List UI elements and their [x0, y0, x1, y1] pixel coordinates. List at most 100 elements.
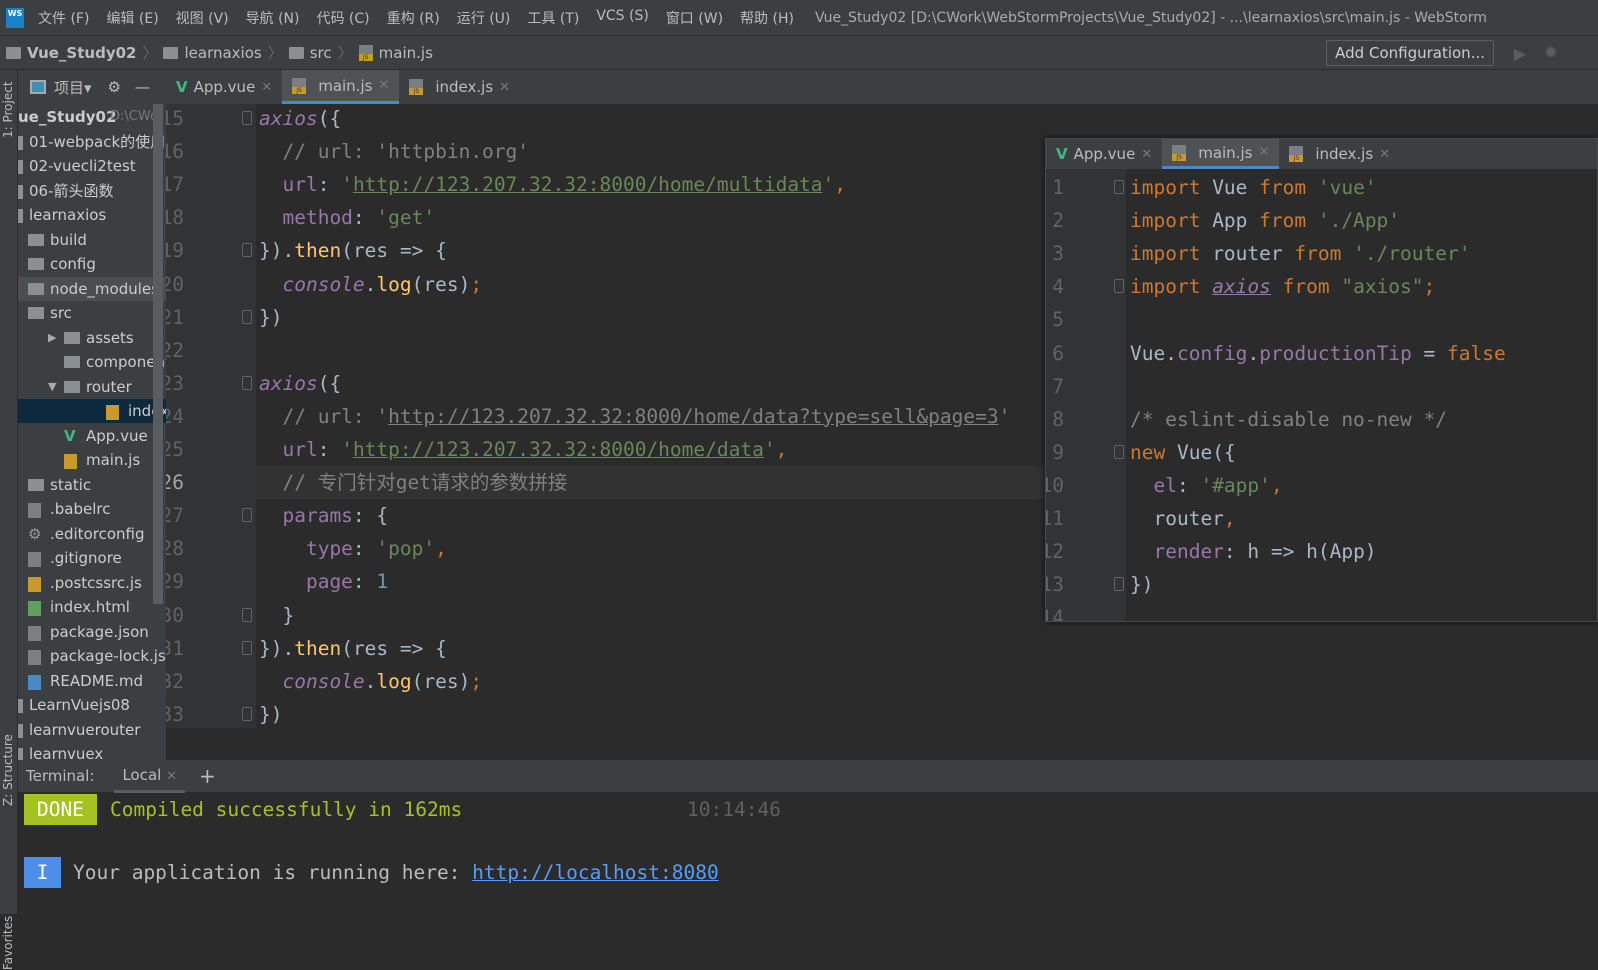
code-token: log	[376, 669, 412, 693]
breadcrumb-label: main.js	[378, 43, 433, 62]
project-tool-button[interactable]: 1: Project	[1, 81, 15, 138]
tree-item--postcssrc-js[interactable]: .postcssrc.js	[18, 571, 166, 595]
fold-marker-icon[interactable]	[242, 508, 252, 523]
code-token: Vue({	[1176, 440, 1236, 464]
fold-marker-icon[interactable]	[242, 706, 252, 721]
tab-index-js[interactable]: index.js ✕	[1279, 139, 1400, 169]
add-configuration-button[interactable]: Add Configuration...	[1326, 40, 1494, 66]
menu-item[interactable]: 重构 (R)	[387, 8, 440, 28]
tree-item-static[interactable]: static	[18, 473, 166, 497]
expand-arrow-icon[interactable]: ▶	[48, 326, 56, 350]
localhost-link[interactable]: http://localhost:8080	[472, 861, 719, 884]
menu-item[interactable]: 代码 (C)	[316, 8, 369, 28]
menu-item[interactable]: 帮助 (H)	[740, 8, 794, 28]
tree-item-components[interactable]: components	[18, 350, 166, 374]
menu-item[interactable]: 视图 (V)	[176, 8, 229, 28]
tree-item-router[interactable]: ▼ router	[18, 375, 166, 399]
tree-item-app-vue[interactable]: V App.vue	[18, 424, 166, 448]
tab-main-js[interactable]: main.js ✕	[282, 70, 400, 104]
fold-marker-icon[interactable]	[1114, 279, 1124, 294]
code-line: }	[259, 599, 294, 632]
menu-item[interactable]: 工具 (T)	[527, 8, 579, 28]
tree-item-learnaxios[interactable]: learnaxios	[18, 203, 166, 227]
tab-App-vue[interactable]: V App.vue ✕	[1046, 139, 1162, 169]
tree-item--babelrc[interactable]: .babelrc	[18, 497, 166, 521]
breadcrumb-file[interactable]: main.js	[358, 43, 433, 62]
code-token: page	[259, 570, 353, 594]
fold-marker-icon[interactable]	[1114, 577, 1124, 592]
tree-item-01-webpack-[interactable]: 01-webpack的使用	[18, 130, 166, 154]
code-token: el	[1130, 473, 1177, 497]
fold-marker-icon[interactable]	[242, 243, 252, 258]
tree-item-06-[interactable]: 06-箭头函数	[18, 179, 166, 203]
tree-item-build[interactable]: build	[18, 228, 166, 252]
tree-item-learnvuejs08[interactable]: LearnVuejs08	[18, 693, 166, 717]
new-terminal-button[interactable]: +	[199, 764, 216, 788]
close-tab-icon[interactable]: ✕	[499, 80, 510, 95]
menu-item[interactable]: 文件 (F)	[38, 8, 89, 28]
code-token: false	[1447, 341, 1506, 365]
split-editor-pane[interactable]: V App.vue ✕ main.js ✕ index.js ✕ 1 import Vue f…	[1045, 138, 1598, 622]
terminal-tab-local[interactable]: Local ✕	[114, 760, 186, 793]
tab-index-js[interactable]: index.js ✕	[399, 70, 520, 104]
tree-item-package-json[interactable]: package.json	[18, 620, 166, 644]
tree-item-readme-md[interactable]: README.md	[18, 669, 166, 693]
close-tab-icon[interactable]: ✕	[1258, 145, 1269, 160]
fold-marker-icon[interactable]	[242, 375, 252, 390]
fold-marker-icon[interactable]	[242, 640, 252, 655]
debug-icon[interactable]: ✹	[1544, 43, 1558, 63]
tree-item-assets[interactable]: ▶ assets	[18, 326, 166, 350]
tree-item-index-html[interactable]: index.html	[18, 595, 166, 619]
run-icon[interactable]: ▶	[1514, 44, 1526, 63]
close-tab-icon[interactable]: ✕	[1141, 147, 1152, 162]
menu-item[interactable]: VCS (S)	[596, 8, 649, 28]
code-line: new Vue({	[1130, 436, 1236, 469]
tree-item--editorconfig[interactable]: ⚙ .editorconfig	[18, 522, 166, 546]
close-tab-icon[interactable]: ✕	[1379, 147, 1390, 162]
close-tab-icon[interactable]: ✕	[261, 80, 272, 95]
tree-item--gitignore[interactable]: .gitignore	[18, 546, 166, 570]
menu-item[interactable]: 窗口 (W)	[666, 8, 723, 28]
code-token: '	[998, 404, 1011, 428]
tab-main-js[interactable]: main.js ✕	[1162, 139, 1280, 169]
structure-tool-button[interactable]: Z: Structure	[1, 734, 15, 806]
code-token: log	[376, 272, 412, 296]
close-tab-icon[interactable]: ✕	[378, 78, 389, 93]
minimize-icon[interactable]: —	[135, 78, 150, 96]
project-view-dropdown[interactable]: 项目▾	[54, 77, 92, 98]
settings-gear-icon[interactable]: ⚙	[108, 78, 121, 96]
breadcrumb-project[interactable]: Vue_Study02 〉	[6, 42, 157, 63]
close-icon[interactable]: ✕	[166, 769, 177, 784]
project-tree-scrollbar[interactable]	[153, 104, 163, 604]
line-number: 15	[166, 107, 184, 130]
tree-item-main-js[interactable]: main.js	[18, 448, 166, 472]
fold-marker-icon[interactable]	[242, 111, 252, 125]
fold-marker-icon[interactable]	[1114, 180, 1124, 194]
line-number: 19	[166, 239, 184, 263]
tree-item-learnvuerouter[interactable]: learnvuerouter	[18, 718, 166, 742]
fold-marker-icon[interactable]	[242, 607, 252, 622]
code-token: '	[822, 173, 835, 197]
menu-item[interactable]: 编辑 (E)	[106, 8, 158, 28]
tree-item-ue-study02[interactable]: ue_Study02 D:\CWo	[18, 105, 166, 129]
code-token: config	[1176, 341, 1248, 365]
fold-marker-icon[interactable]	[242, 309, 252, 324]
collapse-arrow-icon[interactable]: ▼	[48, 375, 56, 399]
folder-icon	[28, 478, 44, 491]
tab-App-vue[interactable]: V App.vue ✕	[166, 70, 282, 104]
breadcrumb-src[interactable]: src 〉	[288, 42, 353, 63]
code-token: ;	[1423, 275, 1436, 299]
tree-item-02-vuecli2test[interactable]: 02-vuecli2test	[18, 154, 166, 178]
breadcrumb-learnaxios[interactable]: learnaxios 〉	[163, 42, 283, 63]
tree-item-label: assets	[86, 328, 134, 347]
tree-item-config[interactable]: config	[18, 252, 166, 276]
menu-item[interactable]: 导航 (N)	[246, 8, 300, 28]
fold-marker-icon[interactable]	[1114, 444, 1124, 459]
tree-item-src[interactable]: src	[18, 301, 166, 325]
favorites-tool-button[interactable]: Favorites	[1, 916, 15, 970]
menu-item[interactable]: 运行 (U)	[457, 8, 511, 28]
tree-item-package-lock-json[interactable]: package-lock.json	[18, 644, 166, 668]
code-line: Vue.config.productionTip = false	[1130, 337, 1506, 370]
tree-item-index-js[interactable]: index.js	[18, 399, 166, 423]
tree-item-node-modules[interactable]: node_modules	[18, 276, 166, 301]
